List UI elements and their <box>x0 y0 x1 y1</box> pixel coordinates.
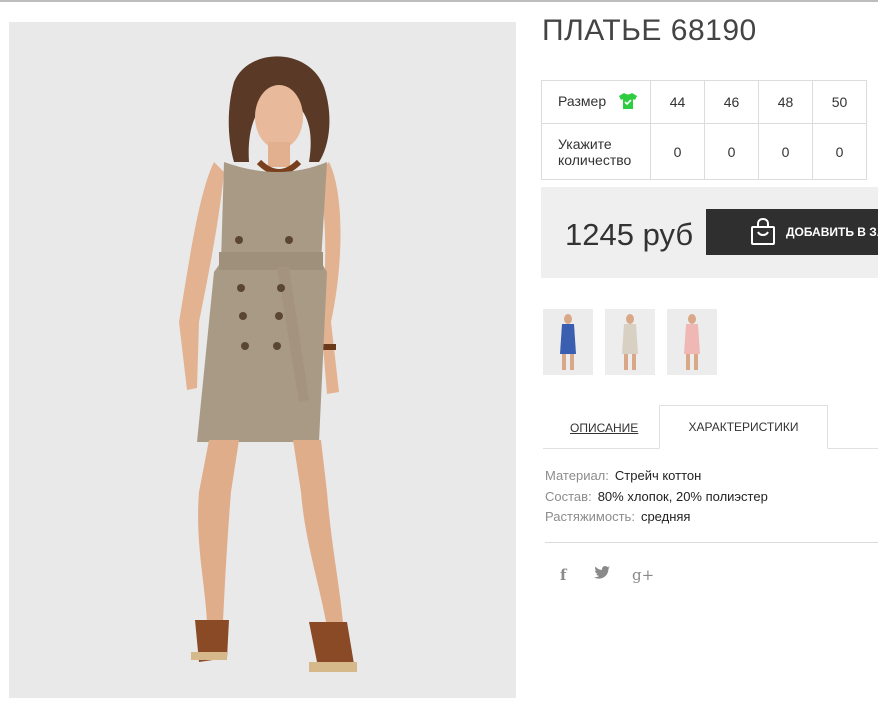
characteristic-key: Растяжимость: <box>545 509 635 524</box>
characteristic-key: Состав: <box>545 488 592 504</box>
add-to-cart-button[interactable]: ДОБАВИТЬ В ЗА <box>706 209 878 255</box>
googleplus-icon[interactable]: g+ <box>632 566 654 584</box>
size-label-cell: Размер <box>541 80 651 124</box>
size-option-46[interactable]: 46 <box>704 80 759 124</box>
top-divider <box>0 0 878 2</box>
characteristic-value: Стрейч коттон <box>614 468 702 483</box>
quantity-input-44[interactable]: 0 <box>650 123 705 180</box>
quantity-input-50[interactable]: 0 <box>812 123 867 180</box>
size-option-50[interactable]: 50 <box>812 80 867 124</box>
quantity-input-48[interactable]: 0 <box>758 123 813 180</box>
price-box: 1245 руб ДОБАВИТЬ В ЗА <box>541 187 878 278</box>
quantity-label-line1: Укажите <box>558 135 612 152</box>
shopping-bag-icon <box>751 218 775 245</box>
product-main-image[interactable] <box>9 22 516 698</box>
size-label: Размер <box>558 92 607 109</box>
product-price: 1245 руб <box>565 217 694 252</box>
size-option-44[interactable]: 44 <box>650 80 705 124</box>
quantity-input-46[interactable]: 0 <box>704 123 759 180</box>
characteristics-list: Материал: Стрейч коттон Состав: 80% хлопок… <box>545 466 768 528</box>
facebook-icon[interactable]: f <box>560 566 566 584</box>
size-table: Размер 44 46 48 50 Укажите количество 0 … <box>541 80 867 180</box>
thumbnail-beige-dress[interactable] <box>605 309 655 375</box>
twitter-icon[interactable] <box>594 566 610 583</box>
size-option-48[interactable]: 48 <box>758 80 813 124</box>
characteristic-row: Материал: Стрейч коттон <box>545 466 768 487</box>
add-to-cart-label: ДОБАВИТЬ В ЗА <box>786 225 878 239</box>
characteristic-row: Состав: 80% хлопок, 20% полиэстер <box>545 487 768 508</box>
quantity-label-line2: количество <box>558 151 632 168</box>
characteristic-value: средняя <box>640 509 691 524</box>
thumbnail-pink-dress[interactable] <box>667 309 717 375</box>
characteristics-divider <box>545 542 878 543</box>
tab-characteristics[interactable]: ХАРАКТЕРИСТИКИ <box>659 405 828 449</box>
tshirt-icon[interactable] <box>618 92 638 113</box>
tab-description[interactable]: ОПИСАНИЕ <box>570 421 638 435</box>
characteristic-key: Материал: <box>545 468 609 483</box>
characteristic-row: Растяжимость: средняя <box>545 507 768 528</box>
thumbnail-blue-dress[interactable] <box>543 309 593 375</box>
quantity-label-cell: Укажите количество <box>541 123 651 180</box>
product-title: ПЛАТЬЕ 68190 <box>542 14 757 47</box>
characteristic-value: 80% хлопок, 20% полиэстер <box>597 488 768 504</box>
